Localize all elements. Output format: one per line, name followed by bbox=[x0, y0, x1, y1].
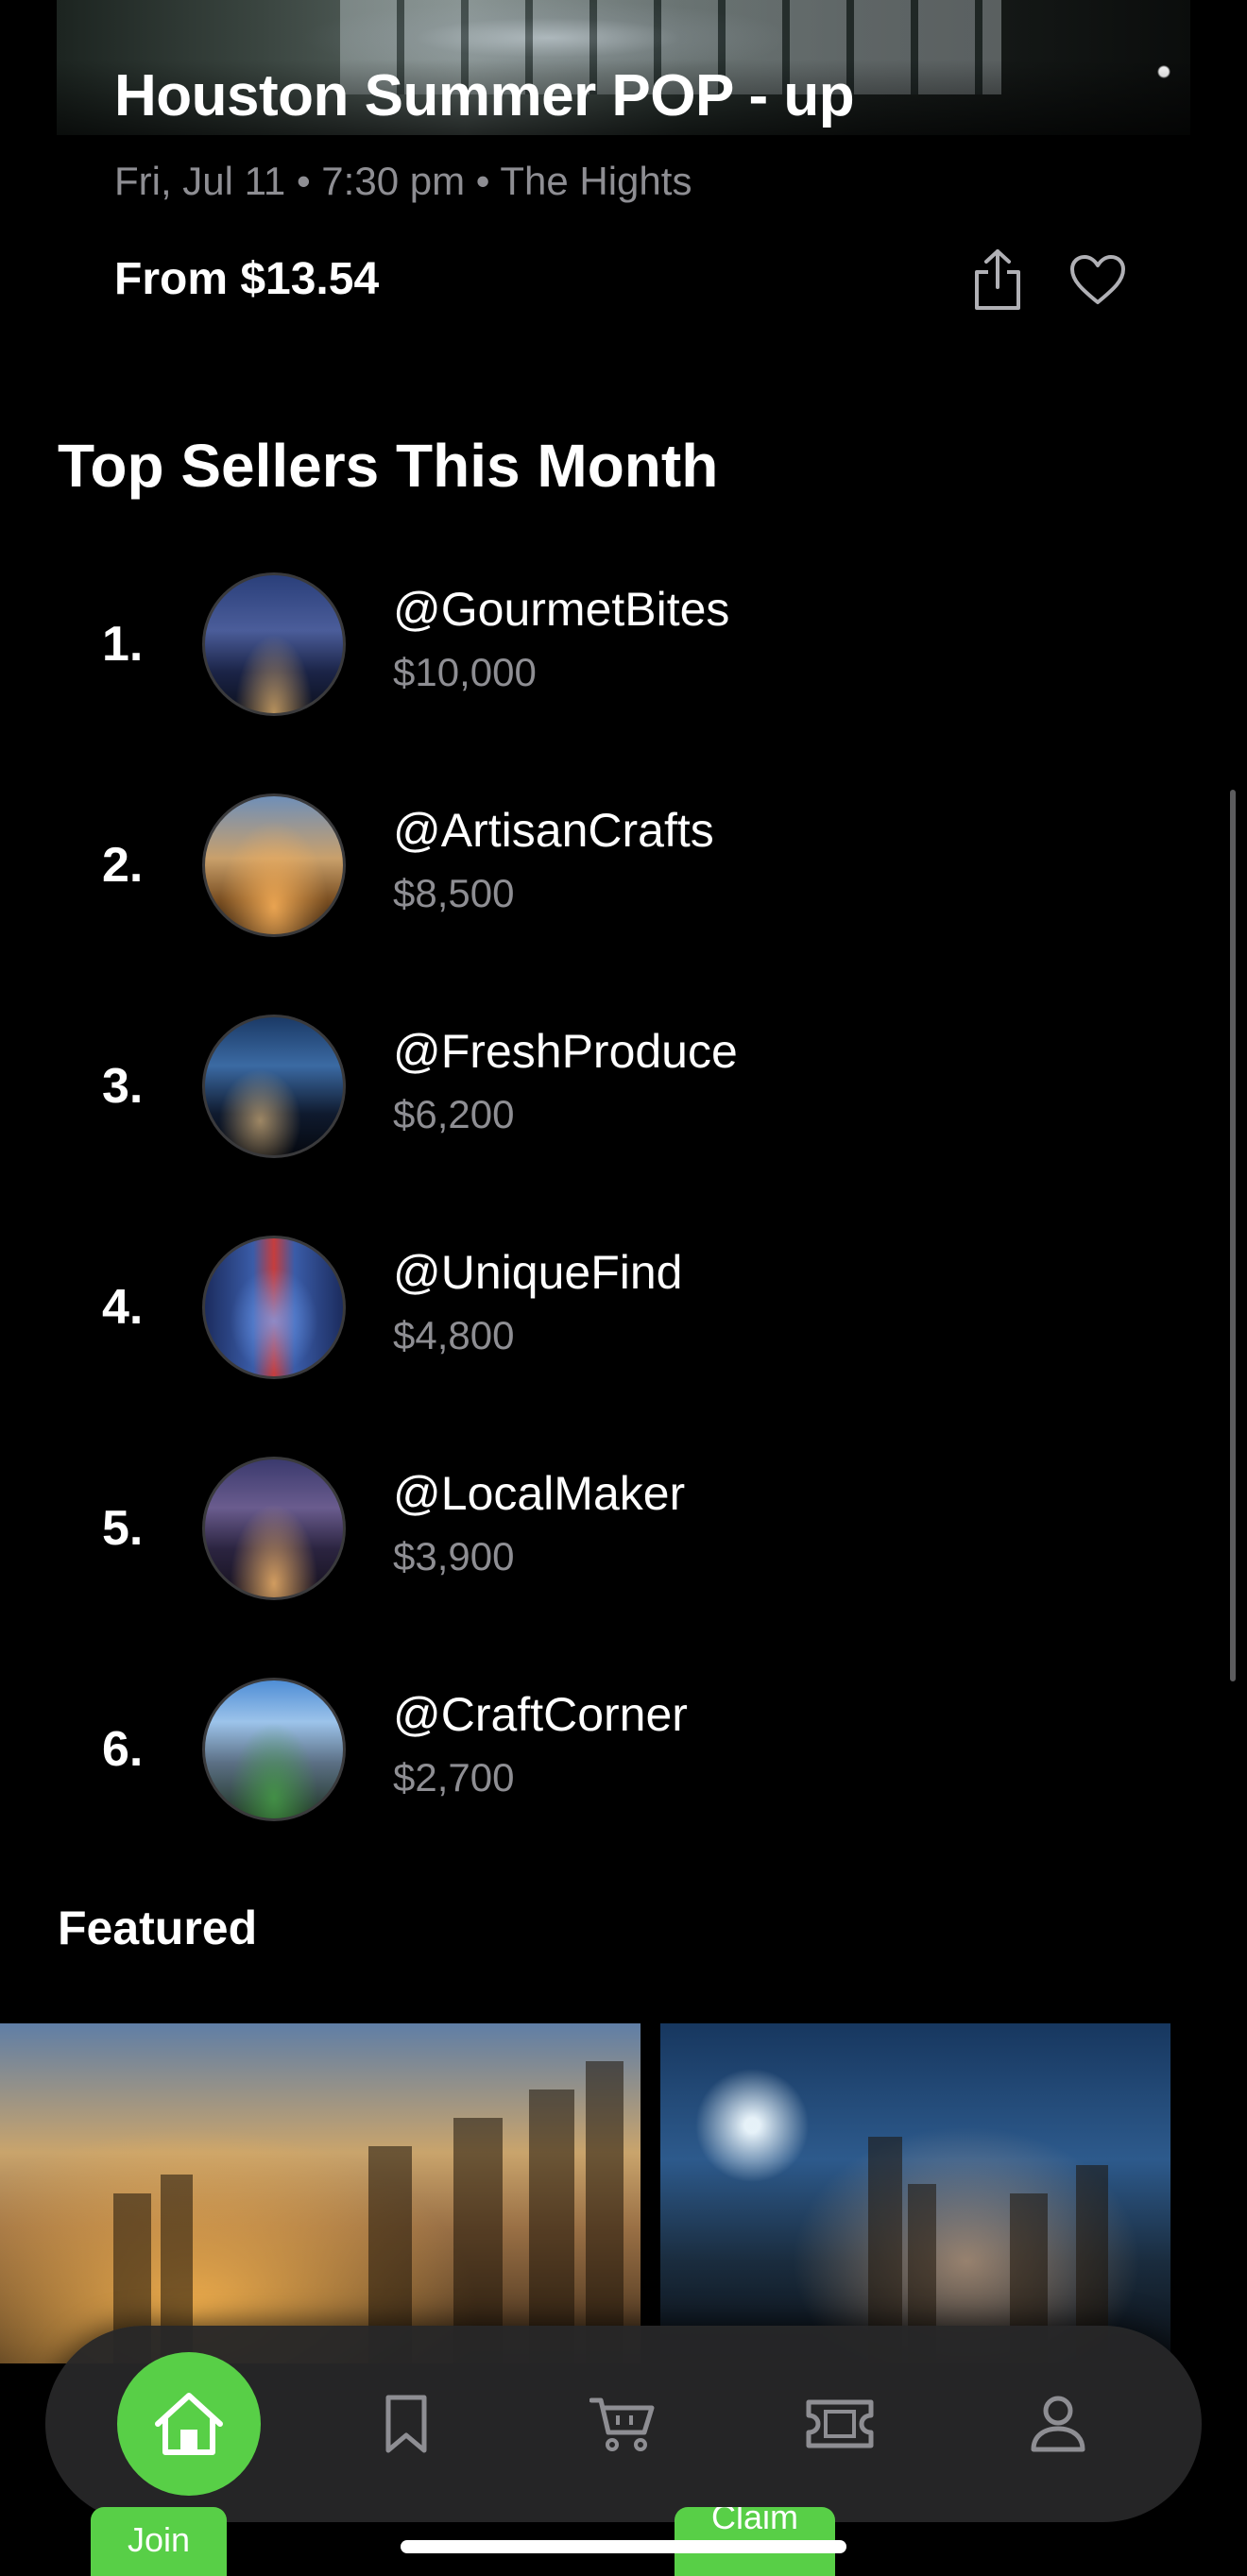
person-icon bbox=[1031, 2396, 1085, 2452]
claim-label: Claim bbox=[710, 2507, 798, 2536]
seller-amount: $10,000 bbox=[393, 650, 537, 694]
seller-row[interactable]: 3. @FreshProduce $6,200 bbox=[0, 1011, 1247, 1162]
seller-rank: 5. bbox=[102, 1501, 144, 1556]
seller-handle: @GourmetBites bbox=[393, 583, 730, 636]
seller-handle: @FreshProduce bbox=[393, 1025, 738, 1078]
seller-row[interactable]: 2. @ArtisanCrafts $8,500 bbox=[0, 790, 1247, 941]
seller-rank: 4. bbox=[102, 1280, 144, 1335]
seller-row[interactable]: 4. @UniqueFind $4,800 bbox=[0, 1232, 1247, 1383]
featured-card-image[interactable] bbox=[0, 2023, 641, 2363]
seller-amount: $8,500 bbox=[393, 871, 515, 915]
tab-cart[interactable] bbox=[566, 2367, 679, 2481]
bottom-tab-bar bbox=[45, 2326, 1202, 2522]
bookmark-icon bbox=[385, 2395, 427, 2453]
tab-profile[interactable] bbox=[1001, 2367, 1115, 2481]
seller-rank: 3. bbox=[102, 1059, 144, 1114]
heart-icon bbox=[1070, 255, 1125, 304]
seller-amount: $4,800 bbox=[393, 1313, 515, 1357]
tab-tickets[interactable] bbox=[783, 2367, 897, 2481]
event-price: From $13.54 bbox=[114, 254, 380, 304]
event-title: Houston Summer POP - up bbox=[114, 63, 855, 128]
seller-handle: @UniqueFind bbox=[393, 1246, 683, 1299]
seller-amount: $6,200 bbox=[393, 1092, 515, 1136]
seller-rank: 2. bbox=[102, 838, 144, 893]
join-button[interactable]: Join bbox=[91, 2507, 227, 2576]
home-indicator[interactable] bbox=[401, 2540, 846, 2553]
seller-avatar bbox=[202, 1015, 346, 1158]
seller-row[interactable]: 6. @CraftCorner $2,700 bbox=[0, 1674, 1247, 1825]
seller-avatar bbox=[202, 572, 346, 716]
seller-avatar bbox=[202, 793, 346, 937]
vertical-scrollbar[interactable] bbox=[1230, 790, 1236, 1681]
seller-avatar bbox=[202, 1678, 346, 1821]
seller-handle: @ArtisanCrafts bbox=[393, 804, 714, 857]
top-sellers-title: Top Sellers This Month bbox=[58, 432, 719, 500]
seller-amount: $3,900 bbox=[393, 1534, 515, 1578]
event-meta: Fri, Jul 11 • 7:30 pm • The Hights bbox=[114, 159, 692, 203]
home-icon bbox=[155, 2393, 223, 2455]
tab-home[interactable] bbox=[117, 2352, 261, 2496]
seller-avatar bbox=[202, 1236, 346, 1379]
seller-handle: @CraftCorner bbox=[393, 1688, 688, 1741]
ticket-icon bbox=[806, 2399, 874, 2448]
seller-avatar bbox=[202, 1457, 346, 1600]
tab-saved[interactable] bbox=[350, 2367, 463, 2481]
seller-row[interactable]: 1. @GourmetBites $10,000 bbox=[0, 569, 1247, 720]
share-button[interactable] bbox=[962, 244, 1033, 316]
favorite-button[interactable] bbox=[1062, 244, 1134, 316]
cart-icon bbox=[589, 2397, 655, 2451]
join-label: Join bbox=[127, 2520, 191, 2559]
seller-row[interactable]: 5. @LocalMaker $3,900 bbox=[0, 1453, 1247, 1604]
seller-amount: $2,700 bbox=[393, 1755, 515, 1800]
featured-title: Featured bbox=[58, 1902, 258, 1954]
seller-handle: @LocalMaker bbox=[393, 1467, 686, 1520]
event-detail-screen: Houston Summer POP - up Fri, Jul 11 • 7:… bbox=[0, 0, 1247, 2576]
share-icon bbox=[975, 249, 1020, 310]
seller-rank: 1. bbox=[102, 617, 144, 672]
featured-card-image[interactable] bbox=[660, 2023, 1170, 2363]
seller-rank: 6. bbox=[102, 1722, 144, 1777]
